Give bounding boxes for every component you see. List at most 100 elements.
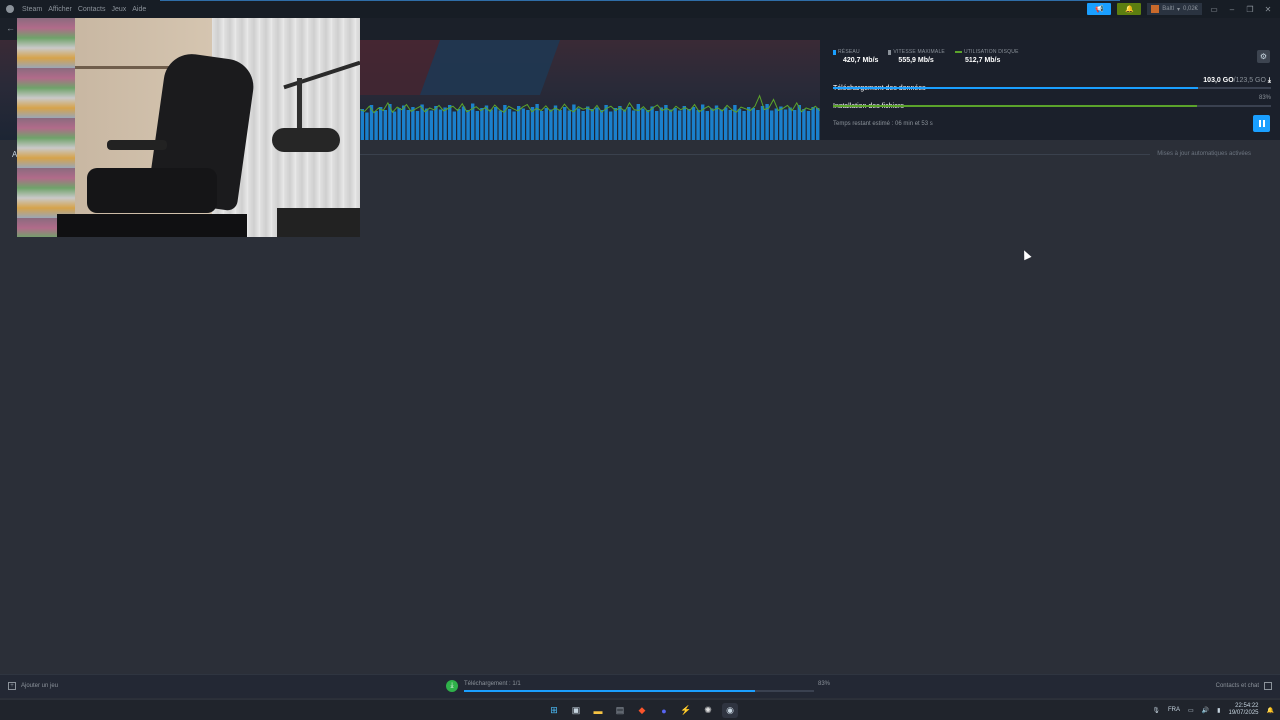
account-balance: 0,02€ [1182, 6, 1198, 12]
network-bar [613, 108, 617, 140]
back-arrow-icon[interactable]: ← [6, 23, 15, 33]
announcements-button[interactable]: 📢 [1087, 3, 1112, 15]
network-bar [724, 107, 728, 140]
close-icon[interactable]: ✕ [1262, 5, 1274, 14]
steam-icon[interactable]: ◉ [722, 703, 738, 718]
add-game-label: Ajouter un jeu [21, 683, 59, 689]
microphone-icon[interactable]: 🎙 [1152, 707, 1160, 714]
network-bar [599, 110, 604, 140]
network-bar [443, 107, 447, 140]
menu-item-afficher[interactable]: Afficher [48, 6, 72, 13]
mouse-cursor [1020, 248, 1032, 261]
clock[interactable]: 22:54:22 19/07/2025 [1228, 703, 1258, 717]
download-status-icon: ⤓ [446, 680, 458, 692]
menu-item-aide[interactable]: Aide [132, 6, 146, 13]
lightning-app-icon[interactable]: ⚡ [678, 703, 694, 718]
menu-item-jeux[interactable]: Jeux [111, 6, 126, 13]
add-game-button[interactable]: + Ajouter un jeu [8, 682, 58, 690]
network-bar [544, 108, 548, 140]
account-name: Baltl [1162, 6, 1174, 12]
steam-footer: + Ajouter un jeu ⤓ Téléchargement : 1/1 … [0, 674, 1280, 698]
network-bar [806, 111, 811, 140]
network-bar [494, 107, 498, 140]
battery-icon[interactable]: ▮ [1217, 707, 1220, 714]
bell-icon: 🔔 [1124, 6, 1134, 13]
download-panel: RÉSEAU 420,7 Mb/s VITESSE MAXIMALE 555,9… [820, 40, 1280, 140]
network-bar [365, 112, 369, 140]
menu-bar: Steam Afficher Contacts Jeux Aide [0, 0, 146, 18]
network-bar [595, 107, 599, 140]
network-bar [549, 109, 553, 140]
footer-download-status[interactable]: ⤓ Téléchargement : 1/1 83% [446, 680, 830, 694]
network-bar [737, 109, 742, 140]
webcam-desk [277, 208, 360, 237]
maximize-icon[interactable]: ❐ [1244, 5, 1256, 14]
data-download-done: 103,0 GO [1203, 77, 1234, 84]
contacts-chat-button[interactable]: Contacts et chat [1216, 682, 1272, 690]
data-download-total: /123,5 GO [1233, 77, 1266, 84]
calculator-icon[interactable]: ▤ [612, 703, 628, 718]
network-bar [383, 110, 387, 140]
download-icon: ⤓ [1267, 77, 1271, 84]
network-bar [540, 111, 544, 140]
menu-item-steam[interactable]: Steam [22, 6, 42, 13]
footer-download-percent: 83% [817, 681, 830, 687]
network-bar [512, 111, 516, 140]
chatgpt-icon[interactable]: ✺ [700, 703, 716, 718]
max-speed-legend-icon [888, 49, 892, 55]
task-view-icon[interactable]: ▣ [568, 703, 584, 718]
system-tray: 🎙 FRA ▭ 🔊 ▮ 22:54:22 19/07/2025 🔔 [1152, 703, 1274, 717]
big-picture-icon[interactable]: ▭ [1208, 5, 1220, 14]
language-indicator[interactable]: FRA [1168, 707, 1180, 713]
minimize-icon[interactable]: – [1226, 5, 1238, 14]
network-bar [553, 105, 558, 140]
network-bar [415, 111, 420, 140]
steam-logo-icon [6, 5, 14, 13]
artwork-shape [419, 40, 561, 95]
windows-taskbar: ⊞ ▣ ▬ ▤ ◆ ● ⚡ ✺ ◉ 🎙 FRA ▭ 🔊 ▮ 22:54:22 1… [0, 699, 1280, 720]
download-stats: RÉSEAU 420,7 Mb/s VITESSE MAXIMALE 555,9… [833, 49, 1019, 64]
network-bar [687, 109, 691, 140]
network-bar [374, 111, 378, 140]
brave-icon[interactable]: ◆ [634, 703, 650, 718]
stat-network-value: 420,7 Mb/s [843, 57, 879, 64]
notifications-icon[interactable]: 🔔 [1267, 707, 1274, 714]
network-bar [567, 110, 571, 140]
network-bar [452, 111, 456, 140]
menu-item-contacts[interactable]: Contacts [78, 6, 106, 13]
network-bar [526, 110, 530, 140]
network-icon[interactable]: ▭ [1188, 707, 1194, 714]
network-bar [507, 109, 512, 140]
disk-legend-icon [954, 51, 962, 53]
plus-icon: + [8, 682, 16, 690]
notifications-button[interactable]: 🔔 [1117, 3, 1142, 15]
file-explorer-icon[interactable]: ▬ [590, 703, 606, 718]
network-bar [457, 109, 461, 140]
network-bar [429, 110, 433, 140]
clock-time: 22:54:22 [1235, 703, 1259, 709]
disk-usage-line [360, 94, 820, 114]
network-bar [360, 109, 364, 140]
network-bar [641, 108, 645, 140]
windows-start-icon[interactable]: ⊞ [546, 703, 562, 718]
download-settings-button[interactable]: ⚙ [1257, 50, 1270, 63]
chevron-down-icon: ▾ [1176, 6, 1180, 13]
network-bar [751, 108, 755, 140]
network-bar [682, 106, 686, 140]
network-bar [659, 107, 663, 140]
network-bar [710, 108, 714, 140]
discord-icon[interactable]: ● [656, 703, 672, 718]
network-bar [379, 107, 383, 140]
network-bar [618, 106, 622, 140]
network-bar [448, 105, 452, 140]
eta-text: Temps restant estimé : 06 min et 53 s [833, 121, 933, 127]
network-bar [627, 107, 631, 140]
title-right-controls: 📢 🔔 Baltl ▾ 0,02€ ▭ – ❐ ✕ [1087, 3, 1274, 15]
network-bar [558, 110, 562, 140]
pause-button[interactable] [1253, 115, 1270, 132]
network-bar [774, 108, 778, 140]
volume-icon[interactable]: 🔊 [1202, 707, 1209, 714]
account-menu[interactable]: Baltl ▾ 0,02€ [1147, 3, 1202, 15]
network-bar [673, 108, 677, 140]
network-bar [705, 111, 709, 140]
